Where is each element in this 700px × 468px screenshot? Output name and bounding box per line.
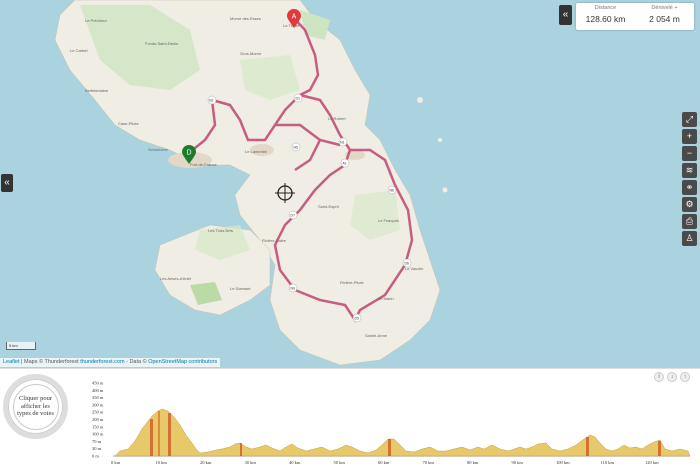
y-tick-label: 300 m	[92, 402, 104, 407]
svg-text:D5: D5	[355, 317, 360, 321]
svg-text:Rivière-Salée: Rivière-Salée	[262, 238, 287, 243]
attribution-text: | Maps © Thunderforest	[19, 359, 81, 365]
y-tick-label: 100 m	[92, 432, 104, 437]
svg-text:Gros-Morne: Gros-Morne	[240, 51, 262, 56]
start-marker-icon[interactable]: A	[286, 9, 302, 29]
map-tiles: Le Prêcheur Morne des Esses Le Carbet Fo…	[54, 0, 448, 366]
x-tick-label: 30 km	[245, 460, 257, 465]
y-tick-label: 200 m	[92, 417, 104, 422]
svg-text:Le François: Le François	[378, 218, 399, 223]
distance-label: Distance	[594, 5, 617, 11]
elevation-area	[114, 408, 691, 457]
expand-sidebar-button[interactable]: «	[1, 174, 13, 192]
distance-stat: Distance 128.60 km	[576, 3, 635, 30]
map-attribution: Leaflet | Maps © Thunderforest thunderfo…	[0, 358, 221, 367]
x-tick-label: 20 km	[200, 460, 212, 465]
x-tick-label: 120 km	[645, 460, 659, 465]
y-tick-label: 250 m	[92, 410, 104, 415]
x-tick-label: 0 km	[111, 460, 121, 465]
svg-text:Les Trois-Îlets: Les Trois-Îlets	[208, 228, 233, 233]
elevation-profile-chart[interactable]: 450 m 400 m 350 m 300 m 250 m 200 m 150 m 100 m…	[90, 381, 695, 468]
end-marker-icon[interactable]: D	[181, 145, 197, 165]
leaflet-link[interactable]: Leaflet	[3, 359, 20, 365]
svg-text:Sainte-Anne: Sainte-Anne	[365, 333, 388, 338]
road-types-button[interactable]: Cliquer pour afficher les types de voies	[3, 374, 68, 439]
svg-text:Le Marin: Le Marin	[378, 296, 394, 301]
x-tick-label: 40 km	[289, 460, 301, 465]
svg-text:Fonds-Saint-Denis: Fonds-Saint-Denis	[145, 41, 178, 46]
svg-text:Morne des Esses: Morne des Esses	[230, 16, 261, 21]
svg-text:D7: D7	[291, 214, 296, 218]
svg-text:Le Diamant: Le Diamant	[230, 286, 251, 291]
y-tick-label: 450 m	[92, 381, 104, 386]
attribution-text-2: - Data ©	[124, 359, 149, 365]
svg-text:Saint-Esprit: Saint-Esprit	[318, 204, 340, 209]
map[interactable]: Le Prêcheur Morne des Esses Le Carbet Fo…	[0, 0, 700, 368]
svg-text:Le Robert: Le Robert	[328, 116, 346, 121]
svg-text:Le Carbet: Le Carbet	[70, 48, 88, 53]
y-tick-label: 150 m	[92, 424, 104, 429]
svg-text:A1: A1	[343, 162, 347, 166]
route-stats: Distance 128.60 km Dénivelé + 2 054 m	[576, 3, 694, 30]
distance-value: 128.60 km	[585, 14, 626, 24]
svg-text:Case-Pilote: Case-Pilote	[118, 121, 139, 126]
svg-text:A: A	[292, 14, 297, 21]
elevation-panel: Cliquer pour afficher les types de voies…	[0, 368, 700, 467]
y-tick-label: 0 m	[92, 454, 99, 459]
svg-text:D1: D1	[296, 97, 301, 101]
x-tick-label: 10 km	[156, 460, 168, 465]
x-tick-label: 90 km	[512, 460, 524, 465]
x-tick-label: 60 km	[378, 460, 390, 465]
zoom-out-button[interactable]: −	[682, 146, 697, 161]
settings-icon[interactable]: ⚙	[682, 197, 697, 212]
thunderforest-link[interactable]: thunderforest.com	[80, 359, 124, 365]
svg-text:Le Lamentin: Le Lamentin	[245, 149, 267, 154]
svg-text:N6: N6	[390, 189, 395, 193]
elevation-stat: Dénivelé + 2 054 m	[635, 3, 694, 30]
svg-text:N5: N5	[294, 146, 299, 150]
y-tick-label: 350 m	[92, 395, 104, 400]
road-types-label: Cliquer pour afficher les types de voies	[17, 395, 54, 418]
osm-link[interactable]: OpenStreetMap contributors	[148, 359, 217, 365]
y-tick-label: 70 m	[92, 439, 102, 444]
elevation-label: Dénivelé +	[651, 5, 678, 11]
map-toolbar: ⤢ + − ≋ ⚭ ⚙ ⎙ ♙	[682, 112, 698, 248]
layers-icon[interactable]: ≋	[682, 163, 697, 178]
y-tick-label: 30 m	[92, 446, 102, 451]
map-scale: 5 km	[6, 342, 36, 350]
elevation-value: 2 054 m	[649, 14, 680, 24]
svg-text:N1: N1	[340, 141, 345, 145]
y-tick-label: 400 m	[92, 388, 104, 393]
svg-text:Bellefontaine: Bellefontaine	[85, 88, 109, 93]
svg-text:D: D	[186, 150, 191, 157]
fit-route-icon[interactable]: ⤢	[682, 112, 697, 127]
x-tick-label: 110 km	[601, 460, 615, 465]
print-icon[interactable]: ⎙	[682, 214, 697, 229]
x-tick-label: 50 km	[334, 460, 346, 465]
x-tick-label: 80 km	[467, 460, 479, 465]
share-icon[interactable]: ⚭	[682, 180, 697, 195]
svg-text:Les Anses-d'Arlet: Les Anses-d'Arlet	[160, 276, 192, 281]
collapse-panel-button[interactable]: «	[559, 5, 572, 25]
zoom-in-button[interactable]: +	[682, 129, 697, 144]
street-view-icon[interactable]: ♙	[682, 231, 697, 246]
svg-text:Schoelcher: Schoelcher	[148, 147, 169, 152]
x-tick-label: 70 km	[423, 460, 435, 465]
svg-text:Rivière-Pilote: Rivière-Pilote	[340, 280, 365, 285]
svg-text:N2: N2	[209, 99, 214, 103]
svg-text:Le Prêcheur: Le Prêcheur	[85, 18, 107, 23]
x-tick-label: 100 km	[556, 460, 570, 465]
svg-text:D6: D6	[405, 262, 410, 266]
svg-text:N9: N9	[291, 287, 296, 291]
